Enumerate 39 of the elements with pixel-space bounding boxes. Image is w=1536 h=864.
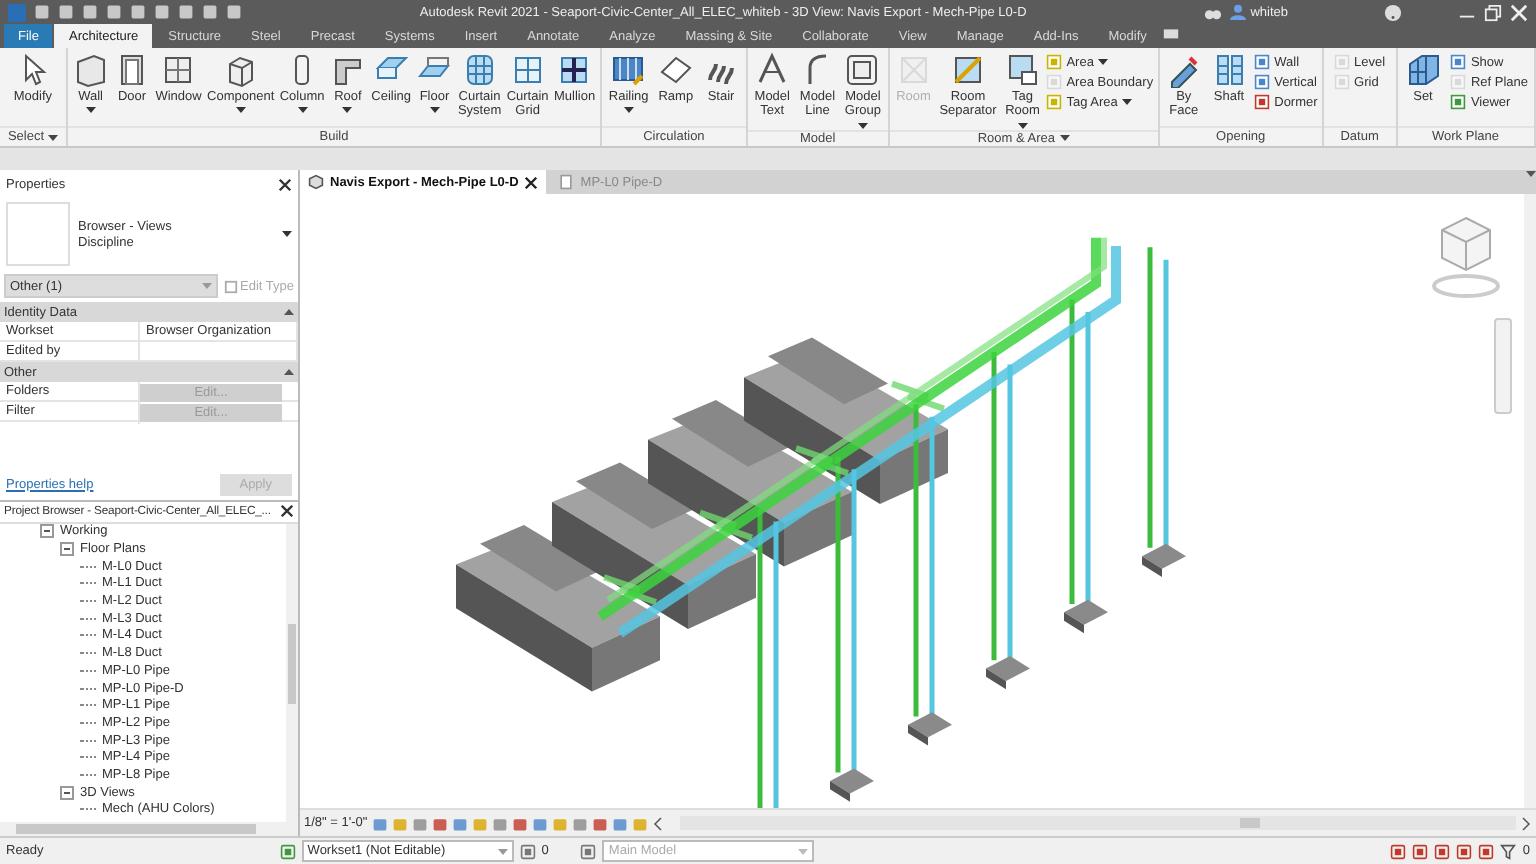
- grid-plane-icon: [1405, 52, 1441, 88]
- close-icon: [1510, 3, 1528, 21]
- close-icon: [280, 504, 294, 518]
- scroll-left-icon: [651, 815, 664, 831]
- collapse-icon[interactable]: [60, 542, 74, 557]
- restore-icon: [1484, 3, 1502, 21]
- caret-icon: [202, 282, 213, 290]
- user-icon: [1230, 4, 1247, 20]
- type-thumbnail: [6, 202, 70, 266]
- cube-icon: [308, 174, 324, 190]
- room-separator-icon: [949, 52, 986, 88]
- caret-icon: [282, 230, 292, 238]
- document-icon: [558, 174, 575, 190]
- collapse-icon[interactable]: [60, 785, 74, 800]
- caret-icon: [497, 847, 508, 855]
- vertical-scrollbar[interactable]: [1524, 194, 1536, 808]
- edit-type-icon: [224, 279, 239, 293]
- curtain-grid-icon: [509, 52, 546, 88]
- caret-icon: [798, 847, 809, 855]
- scroll-right-icon: [1520, 815, 1532, 831]
- shaft-icon: [1211, 52, 1247, 88]
- pencil-icon: [1165, 52, 1202, 88]
- close-icon: [278, 177, 292, 191]
- horizontal-scrollbar[interactable]: [0, 822, 298, 836]
- room-icon: [895, 52, 932, 88]
- vertical-scrollbar[interactable]: [286, 523, 298, 822]
- close-icon: [524, 175, 539, 189]
- horizontal-scrollbar[interactable]: [679, 816, 1516, 830]
- app-icon: [8, 3, 26, 21]
- collapse-icon[interactable]: [284, 308, 294, 316]
- railing-icon: [610, 52, 647, 88]
- navigation-bar[interactable]: [1494, 318, 1512, 414]
- filter-icon: [1500, 843, 1517, 859]
- collapse-icon[interactable]: [284, 368, 294, 376]
- curtain-system-icon: [461, 52, 498, 88]
- mullion-icon: [556, 52, 593, 88]
- caret-icon: [1526, 170, 1536, 178]
- collapse-icon[interactable]: [40, 524, 54, 539]
- triangle-icon: [754, 52, 791, 88]
